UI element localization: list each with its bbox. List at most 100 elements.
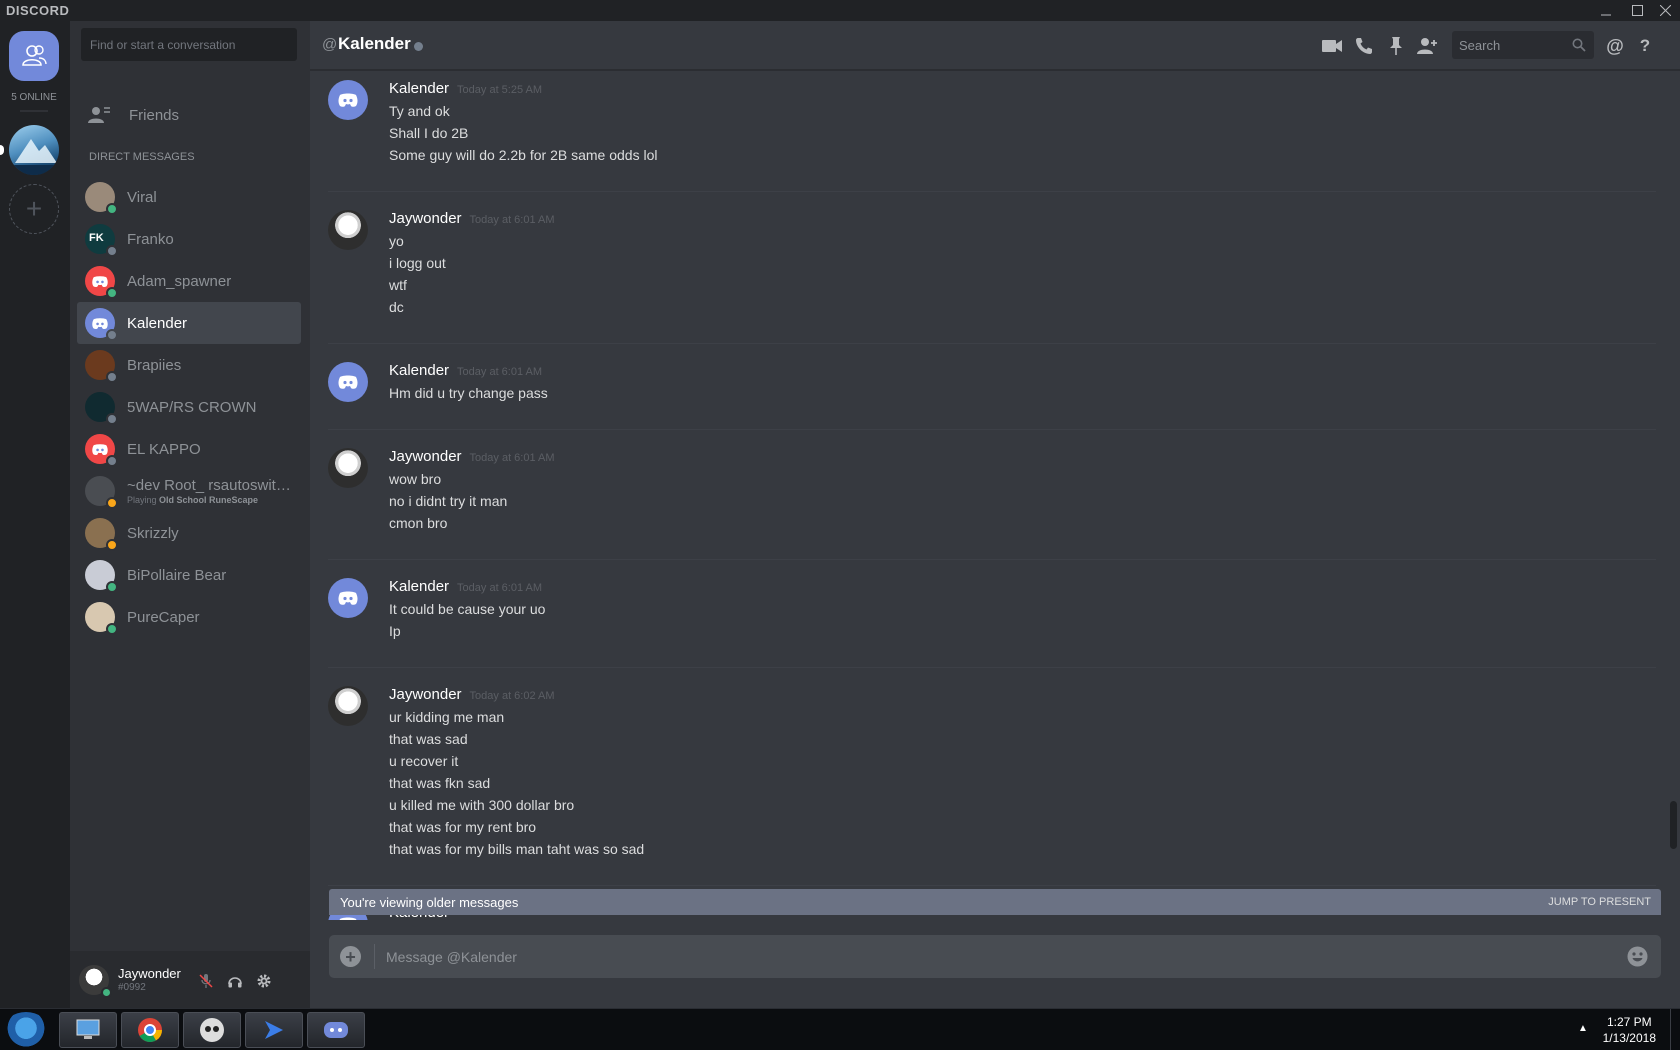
- dm-name: Kalender: [127, 314, 188, 332]
- pinned-messages-button[interactable]: [1385, 35, 1407, 57]
- scrollbar-thumb[interactable]: [1670, 801, 1677, 849]
- message-group: Jaywonder Today at 6:01 AM wow bro no i did…: [328, 448, 1656, 560]
- status-indicator: [106, 623, 118, 635]
- dm-item[interactable]: Brapiies: [77, 344, 301, 386]
- start-button[interactable]: [3, 1012, 49, 1048]
- message-header: Jaywonder Today at 6:01 AM: [389, 210, 555, 230]
- emoji-picker-icon[interactable]: [1626, 945, 1649, 968]
- close-icon[interactable]: [1650, 0, 1680, 21]
- help-icon: ?: [1639, 36, 1651, 55]
- dm-name: Skrizzly: [127, 524, 179, 542]
- message-content: It could be cause your uo Ip: [389, 599, 545, 643]
- tray-overflow-icon[interactable]: ▲: [1578, 1023, 1588, 1034]
- dm-avatar: [85, 476, 118, 509]
- message-author[interactable]: Jaywonder: [389, 448, 462, 465]
- dm-text: Skrizzly: [127, 525, 295, 542]
- voice-call-button[interactable]: [1353, 35, 1375, 57]
- message-author[interactable]: Kalender: [389, 578, 449, 595]
- dm-item[interactable]: BiPollaire Bear: [77, 554, 301, 596]
- message-avatar[interactable]: [328, 686, 368, 726]
- message-line: that was for my bills man taht was so sa…: [389, 841, 645, 857]
- guild-separator: [20, 110, 48, 112]
- taskbar-explorer[interactable]: [59, 1012, 117, 1048]
- user-settings-button[interactable]: [254, 971, 274, 991]
- clock[interactable]: 1:27 PM 1/13/2018: [1603, 1014, 1656, 1046]
- dm-text: EL KAPPO: [127, 441, 295, 458]
- jump-to-present-button[interactable]: JUMP TO PRESENT: [1548, 896, 1651, 908]
- taskbar-discord[interactable]: [307, 1012, 365, 1048]
- dm-item[interactable]: Kalender: [77, 302, 301, 344]
- message-author[interactable]: Kalender: [389, 362, 449, 379]
- message-composer: +: [329, 935, 1661, 978]
- chat-scrollbar[interactable]: [1668, 71, 1678, 1001]
- add-friends-to-dm-button[interactable]: [1416, 35, 1438, 57]
- maximize-icon[interactable]: [1622, 0, 1652, 21]
- message-avatar[interactable]: [328, 448, 368, 488]
- at-symbol: @: [322, 36, 338, 53]
- message-header: Jaywonder Today at 6:01 AM: [389, 448, 555, 468]
- taskbar-chrome[interactable]: [121, 1012, 179, 1048]
- message-group: Jaywonder Today at 6:02 AM ur kidding me m…: [328, 686, 1656, 886]
- dm-avatar: [85, 350, 118, 383]
- app-brand: DISCORD: [6, 3, 70, 18]
- mentions-button[interactable]: @: [1604, 35, 1626, 57]
- message-content: wow bro no i didnt try it man cmon bro: [389, 469, 507, 535]
- show-desktop-button[interactable]: [1670, 1009, 1680, 1050]
- status-indicator: [106, 413, 118, 425]
- help-button[interactable]: ?: [1634, 35, 1656, 57]
- message-search[interactable]: [1452, 31, 1594, 59]
- message-avatar[interactable]: [328, 362, 368, 402]
- dm-item[interactable]: ~dev Root_ rsautoswitch... Playing Old Sc…: [77, 470, 301, 512]
- home-friends-button[interactable]: [9, 31, 59, 81]
- status-indicator: [106, 245, 118, 257]
- message-line: i logg out: [389, 255, 446, 271]
- friends-nav-item[interactable]: Friends: [77, 97, 301, 133]
- dm-name: ~dev Root_ rsautoswitch...: [127, 477, 295, 494]
- message-input[interactable]: [386, 935, 1586, 978]
- dm-item[interactable]: Adam_spawner: [77, 260, 301, 302]
- computer-icon: [76, 1019, 100, 1039]
- dm-item[interactable]: EL KAPPO: [77, 428, 301, 470]
- minimize-icon[interactable]: [1591, 0, 1621, 21]
- message-timestamp: Today at 6:01 AM: [469, 452, 555, 464]
- deafen-button[interactable]: [225, 971, 245, 991]
- server-icon[interactable]: [9, 125, 59, 175]
- taskbar-app[interactable]: [183, 1012, 241, 1048]
- message-content: Hm did u try change pass: [389, 383, 548, 405]
- older-messages-banner: You're viewing older messages JUMP TO PR…: [329, 889, 1661, 915]
- dm-text: BiPollaire Bear: [127, 567, 295, 584]
- dm-item[interactable]: PureCaper: [77, 596, 301, 638]
- search-input[interactable]: [1452, 31, 1567, 59]
- dm-activity: Playing Old School RuneScape: [127, 495, 295, 505]
- message-author[interactable]: Kalender: [389, 80, 449, 97]
- status-indicator: [106, 203, 118, 215]
- message-content: Ty and ok Shall I do 2B Some guy will do 2…: [389, 101, 657, 167]
- dm-item[interactable]: Skrizzly: [77, 512, 301, 554]
- dm-item[interactable]: Viral: [77, 176, 301, 218]
- message-line: Shall I do 2B: [389, 125, 469, 141]
- message-avatar[interactable]: [328, 210, 368, 250]
- mute-button[interactable]: [196, 971, 216, 991]
- message-author[interactable]: Jaywonder: [389, 210, 462, 227]
- dm-item[interactable]: 5WAP/RS CROWN: [77, 386, 301, 428]
- conversation-search[interactable]: Find or start a conversation: [81, 28, 297, 61]
- message-header: Kalender Today at 6:01 AM: [389, 362, 542, 382]
- video-call-button[interactable]: [1321, 35, 1343, 57]
- taskbar-vs-code[interactable]: [245, 1012, 303, 1048]
- message-avatar[interactable]: [328, 80, 368, 120]
- add-server-button[interactable]: +: [9, 184, 59, 234]
- upload-button[interactable]: +: [340, 946, 361, 967]
- message-content: ur kidding me man that was sad u recover i…: [389, 707, 644, 861]
- message-author[interactable]: Jaywonder: [389, 686, 462, 703]
- add-user-icon: [1417, 38, 1437, 54]
- message-avatar[interactable]: [328, 578, 368, 618]
- message-timestamp: Today at 6:02 AM: [469, 690, 555, 702]
- dm-item[interactable]: FK Franko: [77, 218, 301, 260]
- dm-section-header: DIRECT MESSAGES: [89, 151, 195, 163]
- message-header: Kalender Today at 6:01 AM: [389, 578, 542, 598]
- dm-avatar-text: FK: [89, 232, 104, 244]
- message-line: Hm did u try change pass: [389, 385, 548, 401]
- dm-name: Franko: [127, 230, 174, 248]
- dm-sidebar: Find or start a conversation Friends DIR…: [70, 21, 310, 1008]
- friends-label: Friends: [129, 106, 180, 124]
